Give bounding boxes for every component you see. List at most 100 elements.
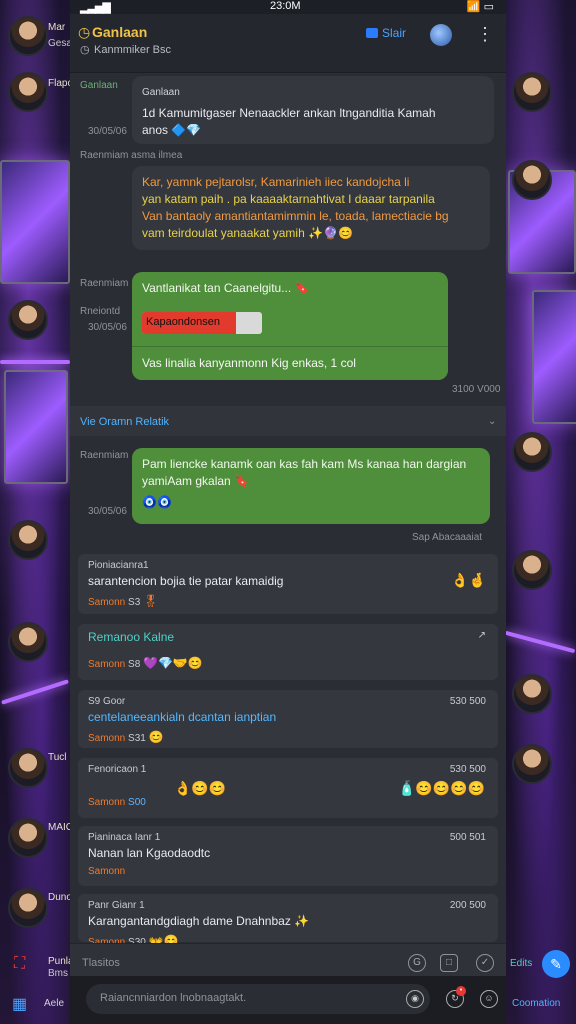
notification-badge: •	[456, 986, 466, 996]
message-text: yan katam paih . pa kaaaaktarnahtivat I …	[142, 192, 435, 206]
composer-hint: Tlasitos	[82, 957, 120, 969]
header-action-label: Slair	[382, 26, 407, 40]
card-meta: Samonn	[88, 866, 126, 877]
avatar[interactable]	[512, 744, 552, 784]
arrow-icon[interactable]: ↗	[478, 630, 486, 641]
emoji-icon: ✨🔮😊	[308, 226, 353, 240]
message-bubble[interactable]: Kar, yamnk pejtarolsr, Kamarinieh iiec k…	[132, 166, 490, 250]
input-bar: Raiancnniardon lnobnaagtakt. ◉ ↻ • ☺	[70, 976, 506, 1024]
message-text: Van bantaoly amantiantamimmin le, toada,…	[142, 209, 449, 223]
message-bubble[interactable]: Pam liencke kanamk oan kas fah kam Ms ka…	[132, 448, 490, 524]
avatar[interactable]	[8, 300, 48, 340]
card-meta: S8	[128, 659, 141, 670]
card-meta: Samonn	[88, 733, 126, 744]
message-list[interactable]: Ganlaan 30/05/06 Ganlaan 1d Kamumitgaser…	[70, 72, 506, 948]
list-item[interactable]: Pioniacianra1 sarantencion bojia tie pat…	[78, 554, 498, 614]
card-title: Remanoo Kalne	[88, 630, 175, 644]
list-item[interactable]: Remanoo Kalne Samonn S8 💜💎🤝😊 ↗	[78, 624, 498, 680]
gem-icon: 🔷💎	[171, 123, 202, 137]
avatar[interactable]	[8, 72, 48, 112]
section-label: Raenmiam asma ilmea	[80, 150, 183, 161]
message-text: Vantlanikat tan Caanelgitu... 🔖	[142, 281, 310, 295]
avatar[interactable]	[8, 622, 48, 662]
card-header: S9 Goor	[88, 696, 126, 707]
card-time: 200 500	[449, 900, 486, 911]
more-vertical-icon[interactable]: ⋮	[476, 24, 494, 45]
avatar[interactable]	[8, 520, 48, 560]
sender-label: Rneiontd	[80, 306, 121, 317]
avatar[interactable]	[8, 16, 48, 56]
message-time: 30/05/06	[88, 506, 127, 517]
chevron-down-icon[interactable]: ⌄	[488, 416, 496, 427]
emoji-picker-icon[interactable]: ✓	[476, 954, 494, 972]
chat-title: Ganlaan	[92, 24, 148, 40]
contact-name: Tucl	[48, 752, 67, 763]
compose-button[interactable]: ✎	[542, 950, 570, 978]
grid-icon[interactable]: ▦	[12, 994, 27, 1014]
chat-header: ◷ Ganlaan ◷ Kanmmiker Bsc Slair ⋮	[70, 14, 506, 73]
neon-strip	[1, 679, 69, 705]
contact-name: Mar	[48, 22, 66, 33]
bubble-sender: Ganlaan	[142, 87, 180, 98]
battery-icon: 📶 ▭	[466, 1, 494, 13]
list-item[interactable]: Pianinaca Ianr 1 Nanan lan Kgaodaodtc Sa…	[78, 826, 498, 886]
monitor-decoration	[0, 160, 70, 284]
avatar[interactable]	[512, 432, 552, 472]
avatar[interactable]	[512, 160, 552, 200]
emoji-icon: 👌😊😊	[174, 780, 227, 796]
card-text: Karangantandgdiagh dame Dnahnbaz ✨	[88, 914, 310, 928]
gif-icon[interactable]: G	[408, 954, 426, 972]
neon-strip	[504, 630, 576, 654]
card-text: sarantencion bojia tie patar kamaidig	[88, 574, 284, 588]
message-text: anos	[142, 123, 169, 137]
progress-bar: Kapaondonsen	[142, 312, 262, 334]
card-meta: S3	[128, 597, 141, 608]
chat-panel: ◷ Ganlaan ◷ Kanmmiker Bsc Slair ⋮ Ganlaa…	[70, 14, 506, 1024]
contact-subtitle: Bms	[48, 968, 68, 979]
clock-icon: ◷	[78, 24, 91, 40]
filter-icon[interactable]: ⛶	[14, 955, 25, 973]
avatar[interactable]	[512, 72, 552, 112]
avatar[interactable]	[8, 888, 48, 928]
avatar[interactable]	[512, 550, 552, 590]
avatar[interactable]	[430, 24, 452, 46]
card-header: Pianinaca Ianr 1	[88, 832, 161, 843]
message-time: 30/05/06	[88, 322, 127, 333]
list-item[interactable]: Fenoricaon 1 👌😊😊 🧴😊😊😊😊 Samonn S00 530 50…	[78, 758, 498, 818]
emoji-icon: 🧴😊😊😊😊	[398, 780, 486, 796]
message-time: 3100 V000	[452, 384, 501, 395]
list-item[interactable]: Panr Gianr 1 Karangantandgdiagh dame Dna…	[78, 894, 498, 948]
sender-label: Raenmiam	[80, 278, 129, 289]
sticker-icon[interactable]: □	[440, 954, 458, 972]
avatar[interactable]	[512, 674, 552, 714]
sender-label: Raenmiam	[80, 450, 129, 461]
emoji-icon: 💜💎🤝😊	[143, 656, 203, 670]
avatar[interactable]	[8, 818, 48, 858]
side-label: Edits	[510, 958, 533, 969]
emoji-icon: 🎖	[143, 594, 159, 608]
card-time: 530 500	[449, 764, 486, 775]
message-text: yamiAam gkalan	[142, 474, 231, 488]
progress-label: Kapaondonsen	[146, 316, 221, 328]
message-bubble-footer: Vas linalia kanyanmonn Kig enkas, 1 col	[132, 346, 448, 380]
message-input[interactable]: Raiancnniardon lnobnaagtakt.	[86, 984, 430, 1014]
card-header: Fenoricaon 1	[88, 764, 147, 775]
window-icon	[366, 28, 378, 38]
neon-strip	[0, 360, 70, 364]
card-header: Panr Gianr 1	[88, 900, 145, 911]
reaction-picker-icon[interactable]: ☺	[480, 990, 498, 1008]
card-meta: Samonn	[88, 797, 126, 808]
message-text: 1d Kamumitgaser Nenaackler ankan ltngand…	[142, 106, 436, 120]
message-text: Pam liencke kanamk oan kas fah kam Ms ka…	[142, 457, 467, 471]
status-bar: ▂▃▅▇ 23:0M 📶 ▭	[70, 0, 506, 14]
card-text: centelaneeankialn dcantan ianptian	[88, 710, 277, 724]
section-label: Vie Oramn Relatik	[80, 416, 170, 428]
message-bubble[interactable]: Ganlaan 1d Kamumitgaser Nenaackler ankan…	[132, 76, 494, 144]
attach-icon[interactable]: ◉	[406, 990, 424, 1008]
clock-small-icon: ◷	[80, 44, 90, 56]
message-text: vam teirdoulat yanaakat yamih	[142, 226, 305, 240]
signal-icon: ▂▃▅▇	[80, 2, 111, 14]
list-item[interactable]: S9 Goor centelaneeankialn dcantan ianpti…	[78, 690, 498, 748]
avatar[interactable]	[8, 748, 48, 788]
header-action-button[interactable]: Slair	[366, 26, 406, 40]
